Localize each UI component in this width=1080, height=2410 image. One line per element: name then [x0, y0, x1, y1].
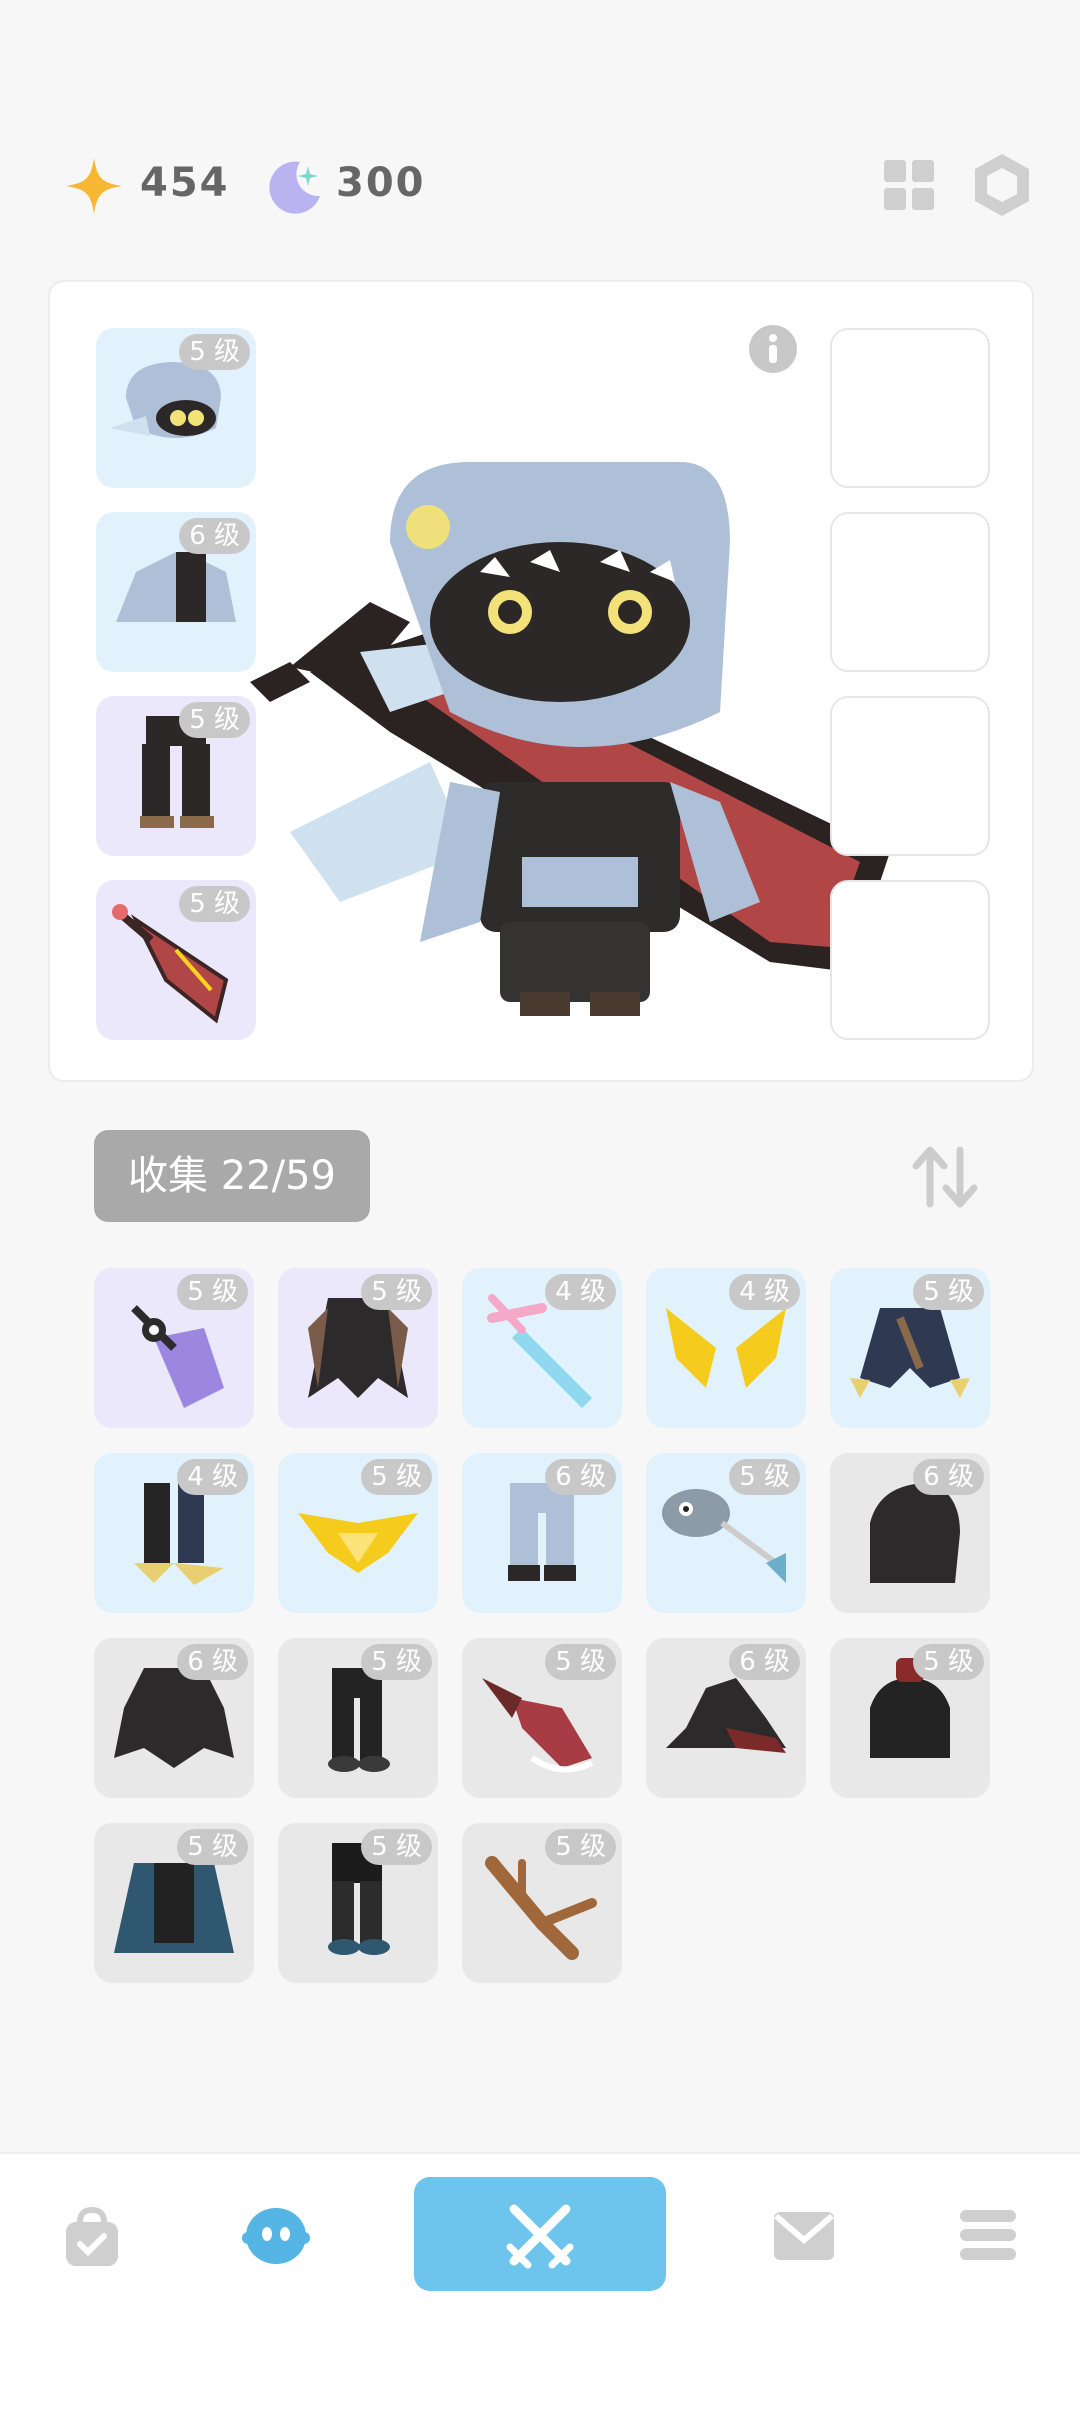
- equipped-slot-helmet[interactable]: 5 级: [96, 328, 256, 488]
- empty-slot[interactable]: [830, 512, 990, 672]
- crossed-swords-icon: [506, 2204, 574, 2269]
- collection-item[interactable]: 5 级: [830, 1638, 990, 1798]
- level-badge: 5 级: [729, 1459, 800, 1495]
- collection-item[interactable]: 5 级: [462, 1823, 622, 1983]
- level-badge: 6 级: [545, 1459, 616, 1495]
- moon-count: 300: [336, 160, 426, 206]
- collection-item[interactable]: 5 级: [646, 1453, 806, 1613]
- nav-menu-icon[interactable]: [958, 2208, 1018, 2262]
- empty-slot[interactable]: [830, 696, 990, 856]
- level-badge: 5 级: [177, 1829, 248, 1865]
- moon-icon: [269, 161, 320, 214]
- level-badge: 6 级: [177, 1644, 248, 1680]
- level-badge: 5 级: [913, 1644, 984, 1680]
- collection-item[interactable]: 5 级: [278, 1453, 438, 1613]
- level-badge: 6 级: [729, 1644, 800, 1680]
- level-badge: 5 级: [545, 1644, 616, 1680]
- star-icon: [66, 158, 122, 214]
- sort-icon[interactable]: [910, 1142, 980, 1212]
- currency-bar: 454 300: [60, 150, 480, 222]
- level-badge: 6 级: [179, 518, 250, 554]
- level-badge: 5 级: [361, 1459, 432, 1495]
- level-badge: 5 级: [361, 1644, 432, 1680]
- collection-item[interactable]: 6 级: [830, 1453, 990, 1613]
- collection-item[interactable]: 5 级: [462, 1638, 622, 1798]
- level-badge: 5 级: [361, 1274, 432, 1310]
- grid-icon[interactable]: [882, 158, 938, 214]
- level-badge: 5 级: [179, 702, 250, 738]
- level-badge: 4 级: [545, 1274, 616, 1310]
- collection-item[interactable]: 5 级: [94, 1268, 254, 1428]
- collection-item[interactable]: 4 级: [94, 1453, 254, 1613]
- collection-item[interactable]: 5 级: [830, 1268, 990, 1428]
- info-icon[interactable]: [748, 324, 798, 374]
- collection-item[interactable]: 6 级: [94, 1638, 254, 1798]
- level-badge: 5 级: [913, 1274, 984, 1310]
- collection-item[interactable]: 6 级: [646, 1638, 806, 1798]
- star-count: 454: [140, 160, 230, 206]
- level-badge: 5 级: [545, 1829, 616, 1865]
- collection-grid: 5 级 5 级 4 级 4 级 5 级 4 级 5 级 6 级 5 级 6 级 6 级 5 级 5 级 6…: [94, 1268, 994, 1988]
- equipped-slot-pants[interactable]: 5 级: [96, 696, 256, 856]
- character-card: 5 级 6 级 5 级 5 级: [48, 280, 1034, 1082]
- level-badge: 4 级: [729, 1274, 800, 1310]
- settings-hexagon-icon[interactable]: [972, 152, 1032, 218]
- collection-item[interactable]: 4 级: [462, 1268, 622, 1428]
- nav-bag-icon[interactable]: [60, 2206, 124, 2270]
- collection-item[interactable]: 4 级: [646, 1268, 806, 1428]
- nav-character-icon[interactable]: [240, 2204, 312, 2268]
- collection-item[interactable]: 5 级: [278, 1823, 438, 1983]
- level-badge: 5 级: [179, 886, 250, 922]
- equipped-slot-sword[interactable]: 5 级: [96, 880, 256, 1040]
- level-badge: 5 级: [179, 334, 250, 370]
- level-badge: 4 级: [177, 1459, 248, 1495]
- collection-item[interactable]: 6 级: [462, 1453, 622, 1613]
- character-avatar[interactable]: [250, 382, 910, 1022]
- level-badge: 6 级: [913, 1459, 984, 1495]
- equipped-slot-wings[interactable]: 6 级: [96, 512, 256, 672]
- collection-item[interactable]: 5 级: [94, 1823, 254, 1983]
- empty-slot[interactable]: [830, 880, 990, 1040]
- collection-item[interactable]: 5 级: [278, 1268, 438, 1428]
- collection-item[interactable]: 5 级: [278, 1638, 438, 1798]
- level-badge: 5 级: [177, 1274, 248, 1310]
- battle-button[interactable]: [414, 2177, 666, 2291]
- level-badge: 5 级: [361, 1829, 432, 1865]
- nav-mail-icon[interactable]: [772, 2210, 836, 2262]
- empty-slot[interactable]: [830, 328, 990, 488]
- collection-count-button[interactable]: 收集 22/59: [94, 1130, 370, 1222]
